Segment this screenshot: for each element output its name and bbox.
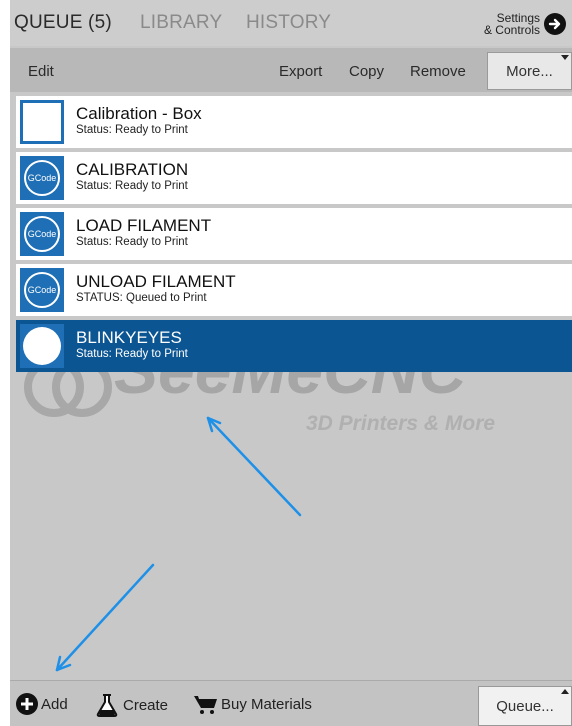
remove-button[interactable]: Remove [410, 63, 466, 80]
item-title: CALIBRATION [76, 160, 189, 179]
queue-item[interactable]: GCode UNLOAD FILAMENT STATUS: Queued to … [16, 264, 572, 316]
item-status: Status: Ready to Print [76, 236, 188, 248]
item-title: LOAD FILAMENT [76, 216, 212, 235]
buy-materials-button[interactable]: Buy Materials [193, 693, 312, 715]
shopping-cart-icon [194, 696, 217, 714]
item-status: Status: Ready to Print [76, 348, 188, 360]
gcode-thumbnail: GCode [20, 212, 64, 256]
caret-up-icon [561, 689, 569, 694]
queue-menu-button[interactable]: Queue... [478, 686, 572, 726]
queue-item[interactable]: GCode LOAD FILAMENT Status: Ready to Pri… [16, 208, 572, 260]
add-button[interactable]: Add [16, 693, 68, 715]
queue-item-selected[interactable]: BLINKYEYES Status: Ready to Print [16, 320, 572, 372]
gcode-thumbnail: GCode [20, 268, 64, 312]
item-thumbnail [20, 100, 64, 144]
caret-down-icon [561, 55, 569, 60]
item-status: STATUS: Queued to Print [76, 292, 207, 304]
flask-icon [96, 694, 118, 717]
item-thumbnail [20, 324, 64, 368]
tab-bar: QUEUE (5) LIBRARY HISTORY Settings & Con… [10, 0, 572, 46]
item-title: BLINKYEYES [76, 328, 182, 347]
tab-history[interactable]: HISTORY [246, 12, 331, 34]
settings-label: Settings & Controls [483, 11, 540, 37]
create-button[interactable]: Create [96, 693, 168, 717]
queue-list: Calibration - Box Status: Ready to Print… [10, 96, 572, 376]
item-title: UNLOAD FILAMENT [76, 272, 236, 291]
plus-circle-icon [16, 693, 38, 715]
item-status: Status: Ready to Print [76, 124, 188, 136]
queue-item[interactable]: GCode CALIBRATION Status: Ready to Print [16, 152, 572, 204]
gcode-thumbnail: GCode [20, 156, 64, 200]
settings-controls-button[interactable]: Settings & Controls [484, 6, 566, 42]
watermark-tagline: 3D Printers & More [306, 412, 496, 435]
queue-item[interactable]: Calibration - Box Status: Ready to Print [16, 96, 572, 148]
arrow-right-icon [544, 13, 566, 35]
app-window: QUEUE (5) LIBRARY HISTORY Settings & Con… [10, 0, 572, 726]
edit-button[interactable]: Edit [28, 63, 54, 80]
item-title: Calibration - Box [76, 104, 202, 123]
copy-button[interactable]: Copy [349, 63, 384, 80]
tab-library[interactable]: LIBRARY [140, 12, 222, 34]
export-button[interactable]: Export [279, 63, 322, 80]
tab-queue[interactable]: QUEUE (5) [14, 12, 112, 34]
item-status: Status: Ready to Print [76, 180, 188, 192]
more-button[interactable]: More... [487, 52, 572, 90]
